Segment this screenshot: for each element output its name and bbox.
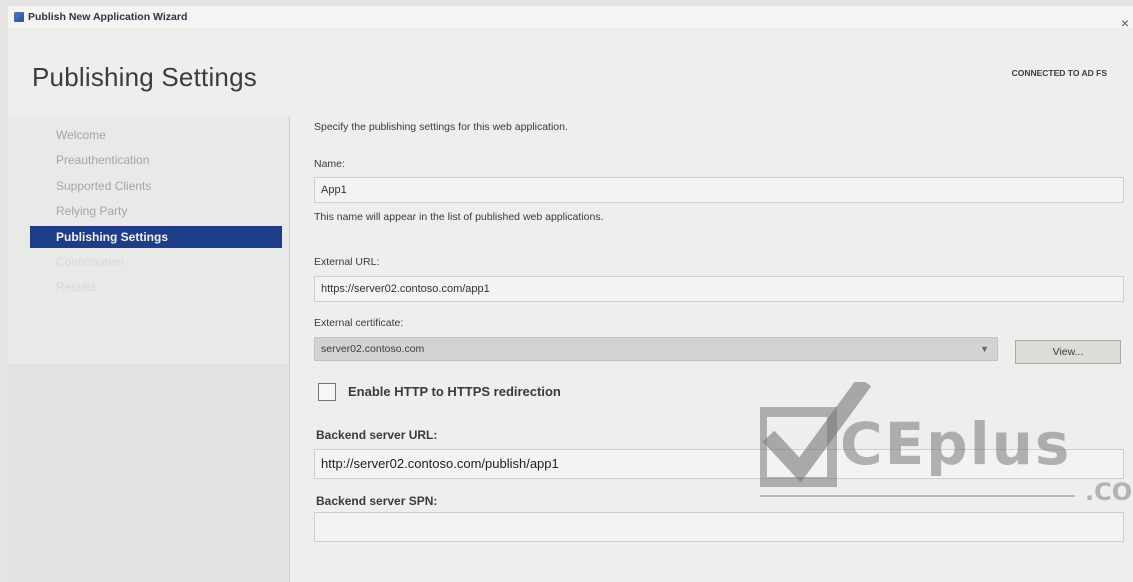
nav-step-welcome[interactable]: Welcome — [30, 124, 282, 146]
name-label: Name: — [314, 158, 345, 170]
watermark-suffix: .CO — [1085, 478, 1133, 506]
nav-step-results: Results — [56, 280, 97, 294]
form-intro: Specify the publishing settings for this… — [314, 121, 568, 133]
external-url-field[interactable]: https://server02.contoso.com/app1 — [314, 276, 1124, 302]
external-url-label: External URL: — [314, 256, 380, 268]
nav-step-supported-clients[interactable]: Supported Clients — [30, 175, 282, 197]
watermark-text: CEplus — [840, 410, 1072, 478]
checkbox-unchecked-icon[interactable] — [318, 383, 336, 401]
https-redirection-label[interactable]: Enable HTTP to HTTPS redirection — [348, 384, 561, 399]
external-certificate-label: External certificate: — [314, 317, 404, 329]
sidebar-lower-panel — [8, 364, 290, 582]
page-title: Publishing Settings — [32, 62, 257, 92]
connection-status: CONNECTED TO AD FS — [1011, 68, 1107, 78]
watermark-underline — [760, 495, 1075, 497]
external-certificate-value: server02.contoso.com — [321, 343, 425, 355]
nav-step-publishing-settings[interactable]: Publishing Settings — [30, 226, 282, 248]
backend-spn-label: Backend server SPN: — [316, 494, 438, 508]
wizard-app-icon — [14, 12, 24, 22]
external-certificate-select[interactable]: server02.contoso.com ▼ — [314, 337, 998, 361]
close-icon[interactable]: × — [1121, 16, 1129, 30]
nav-step-preauthentication[interactable]: Preauthentication — [30, 149, 282, 171]
nav-step-relying-party[interactable]: Relying Party — [30, 200, 282, 222]
title-bar: Publish New Application Wizard × — [8, 6, 1133, 30]
nav-divider — [289, 116, 290, 582]
nav-step-confirmation: Confirmation — [56, 255, 125, 269]
name-hint: This name will appear in the list of pub… — [314, 211, 604, 223]
wizard-steps-nav: Welcome Preauthentication Supported Clie… — [8, 116, 290, 364]
chevron-down-icon[interactable]: ▼ — [980, 338, 989, 360]
backend-spn-field[interactable] — [314, 512, 1124, 542]
backend-url-label: Backend server URL: — [316, 428, 438, 442]
window-title: Publish New Application Wizard — [28, 11, 188, 23]
view-certificate-button[interactable]: View... — [1015, 340, 1121, 364]
name-field[interactable]: App1 — [314, 177, 1124, 203]
